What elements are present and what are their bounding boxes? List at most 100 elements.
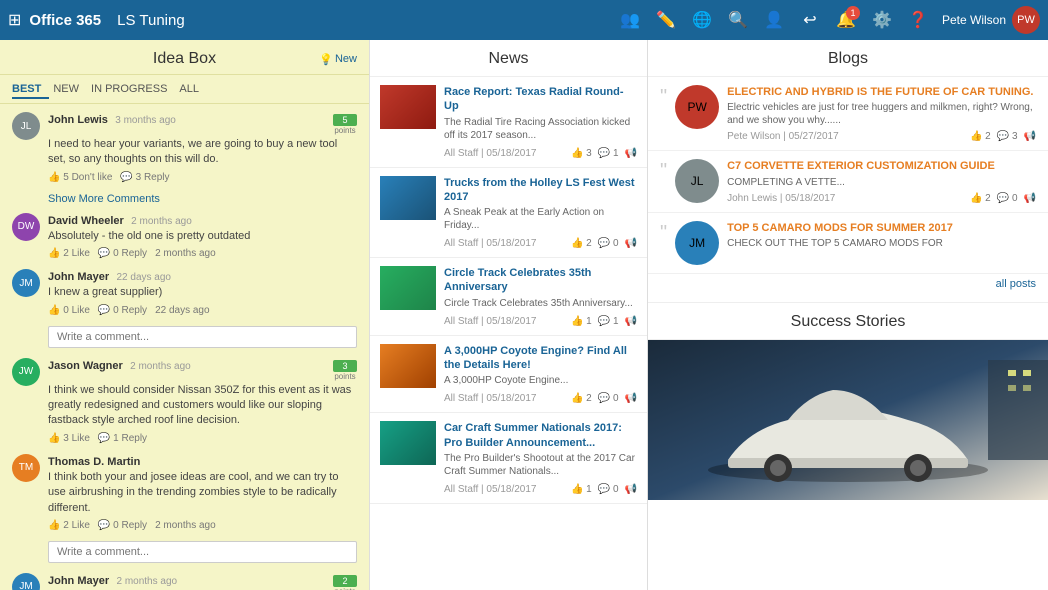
tab-all[interactable]: ALL	[179, 81, 207, 99]
like-reaction[interactable]: 👍 2	[571, 238, 592, 249]
notifications-icon[interactable]: 🔔 1	[830, 4, 862, 36]
like-reaction[interactable]: 👍 3	[571, 148, 592, 159]
help-icon[interactable]: ❓	[902, 4, 934, 36]
blog-content: C7 CORVETTE EXTERIOR CUSTOMIZATION GUIDE…	[727, 159, 1036, 203]
like-reaction[interactable]: 👍 2	[970, 131, 991, 142]
share-reaction[interactable]: 📢	[1024, 193, 1036, 204]
comment-reaction[interactable]: 💬 1	[598, 148, 619, 159]
blog-excerpt: COMPLETING A VETTE...	[727, 176, 1036, 189]
blog-meta: Pete Wilson | 05/27/2017 👍 2 💬 3 📢	[727, 131, 1036, 142]
show-more-comments[interactable]: Show More Comments	[48, 193, 357, 205]
user-avatar: PW	[1012, 6, 1040, 34]
reply-action[interactable]: 💬 0 Reply	[98, 520, 147, 531]
comment-item: JW Jason Wagner 2 months ago 3 points I …	[12, 358, 357, 444]
settings-icon[interactable]: ⚙️	[866, 4, 898, 36]
comment-actions: 👍 3 Like 💬 1 Reply	[48, 433, 357, 444]
success-image	[648, 340, 1048, 500]
notification-badge: 1	[846, 6, 860, 20]
like-reaction[interactable]: 👍 2	[571, 393, 592, 404]
comment-time: 3 months ago	[115, 115, 176, 126]
news-meta: All Staff | 05/18/2017 👍 1 💬 1 📢	[444, 314, 637, 327]
blog-author-date: John Lewis | 05/18/2017	[727, 193, 835, 204]
comment-time: 2 months ago	[131, 216, 192, 227]
blog-item: " PW ELECTRIC AND HYBRID IS THE FUTURE O…	[648, 77, 1048, 151]
like-action[interactable]: 👍 5 Don't like	[48, 172, 112, 183]
news-excerpt: A 3,000HP Coyote Engine...	[444, 374, 637, 387]
news-title-link[interactable]: A 3,000HP Coyote Engine? Find All the De…	[444, 344, 637, 373]
edit-icon[interactable]: ✏️	[650, 4, 682, 36]
comment-body: David Wheeler 2 months ago Absolutely - …	[48, 213, 357, 259]
avatar: JL	[12, 112, 40, 140]
news-content: Circle Track Celebrates 35th Anniversary…	[444, 266, 637, 327]
user-profile[interactable]: Pete Wilson PW	[942, 6, 1040, 34]
news-title: News	[370, 40, 647, 77]
write-comment-input-2[interactable]	[48, 541, 357, 563]
like-action[interactable]: 👍 3 Like	[48, 433, 90, 444]
comment-reaction[interactable]: 💬 0	[598, 393, 619, 404]
comment-reaction[interactable]: 💬 0	[598, 484, 619, 495]
news-title-link[interactable]: Circle Track Celebrates 35th Anniversary	[444, 266, 637, 295]
comment-reaction[interactable]: 💬 0	[997, 193, 1018, 204]
like-reaction[interactable]: 👍 2	[970, 193, 991, 204]
comment-item: TM Thomas D. Martin I think both your an…	[12, 454, 357, 531]
reply-action[interactable]: 💬 0 Reply	[98, 248, 147, 259]
comment-reaction[interactable]: 💬 1	[598, 316, 619, 327]
site-name-label: LS Tuning	[117, 12, 185, 29]
avatar: DW	[12, 213, 40, 241]
back-icon[interactable]: ↩	[794, 4, 826, 36]
comment-body: John Mayer 2 months ago 2 points	[48, 573, 357, 590]
news-thumbnail	[380, 176, 436, 220]
like-action[interactable]: 👍 2 Like	[48, 248, 90, 259]
news-title-link[interactable]: Trucks from the Holley LS Fest West 2017	[444, 176, 637, 205]
comment-author: John Lewis	[48, 114, 108, 126]
comment-reaction[interactable]: 💬 3	[997, 131, 1018, 142]
blog-title-link[interactable]: C7 CORVETTE EXTERIOR CUSTOMIZATION GUIDE	[727, 159, 1036, 173]
share-reaction[interactable]: 📢	[625, 393, 637, 404]
time-action: 2 months ago	[155, 248, 216, 259]
news-title-link[interactable]: Race Report: Texas Radial Round-Up	[444, 85, 637, 114]
idea-box-header: Idea Box 💡 New	[0, 40, 369, 75]
blog-title-link[interactable]: ELECTRIC AND HYBRID IS THE FUTURE OF CAR…	[727, 85, 1036, 99]
like-reaction[interactable]: 👍 1	[571, 316, 592, 327]
new-idea-button[interactable]: 💡 New	[319, 53, 357, 66]
write-comment-input[interactable]	[48, 326, 357, 348]
tab-best[interactable]: BEST	[12, 81, 49, 99]
people-icon[interactable]: 👥	[614, 4, 646, 36]
nav-icons: 👥 ✏️ 🌐 🔍 👤 ↩ 🔔 1 ⚙️ ❓ Pete Wilson PW	[614, 4, 1040, 36]
like-action[interactable]: 👍 0 Like	[48, 305, 90, 316]
user-icon[interactable]: 👤	[758, 4, 790, 36]
news-title-link[interactable]: Car Craft Summer Nationals 2017: Pro Bui…	[444, 421, 637, 450]
comment-input-wrap	[48, 326, 357, 348]
comment-text: Absolutely - the old one is pretty outda…	[48, 229, 357, 244]
share-reaction[interactable]: 📢	[625, 238, 637, 249]
like-action[interactable]: 👍 2 Like	[48, 520, 90, 531]
tab-new[interactable]: NEW	[53, 81, 87, 99]
blog-author-date: Pete Wilson | 05/27/2017	[727, 131, 839, 142]
new-idea-label: New	[335, 53, 357, 65]
share-reaction[interactable]: 📢	[625, 148, 637, 159]
grid-icon[interactable]: ⊞	[8, 10, 21, 30]
blog-avatar: JM	[675, 221, 719, 265]
tab-inprogress[interactable]: IN PROGRESS	[91, 81, 175, 99]
share-reaction[interactable]: 📢	[1024, 131, 1036, 142]
comment-actions: 👍 0 Like 💬 0 Reply 22 days ago	[48, 305, 357, 316]
all-posts-link[interactable]: all posts	[648, 274, 1048, 294]
comment-text: I knew a great supplier)	[48, 285, 357, 300]
comment-header: Thomas D. Martin	[48, 454, 357, 468]
share-reaction[interactable]: 📢	[625, 316, 637, 327]
like-reaction[interactable]: 👍 1	[571, 484, 592, 495]
comment-reaction[interactable]: 💬 0	[598, 238, 619, 249]
news-reactions: 👍 1 💬 0 📢	[571, 484, 637, 495]
news-meta: All Staff | 05/18/2017 👍 3 💬 1 📢	[444, 146, 637, 159]
idea-box-tabs: BEST NEW IN PROGRESS ALL	[0, 75, 369, 104]
news-thumbnail	[380, 421, 436, 465]
avatar: JM	[12, 573, 40, 590]
share-reaction[interactable]: 📢	[625, 484, 637, 495]
reply-action[interactable]: 💬 3 Reply	[120, 172, 169, 183]
blog-title-link[interactable]: TOP 5 CAMARO MODS FOR SUMMER 2017	[727, 221, 1036, 235]
news-excerpt: The Radial Tire Racing Association kicke…	[444, 116, 637, 142]
reply-action[interactable]: 💬 1 Reply	[98, 433, 147, 444]
globe-icon[interactable]: 🌐	[686, 4, 718, 36]
reply-action[interactable]: 💬 0 Reply	[98, 305, 147, 316]
search-icon[interactable]: 🔍	[722, 4, 754, 36]
